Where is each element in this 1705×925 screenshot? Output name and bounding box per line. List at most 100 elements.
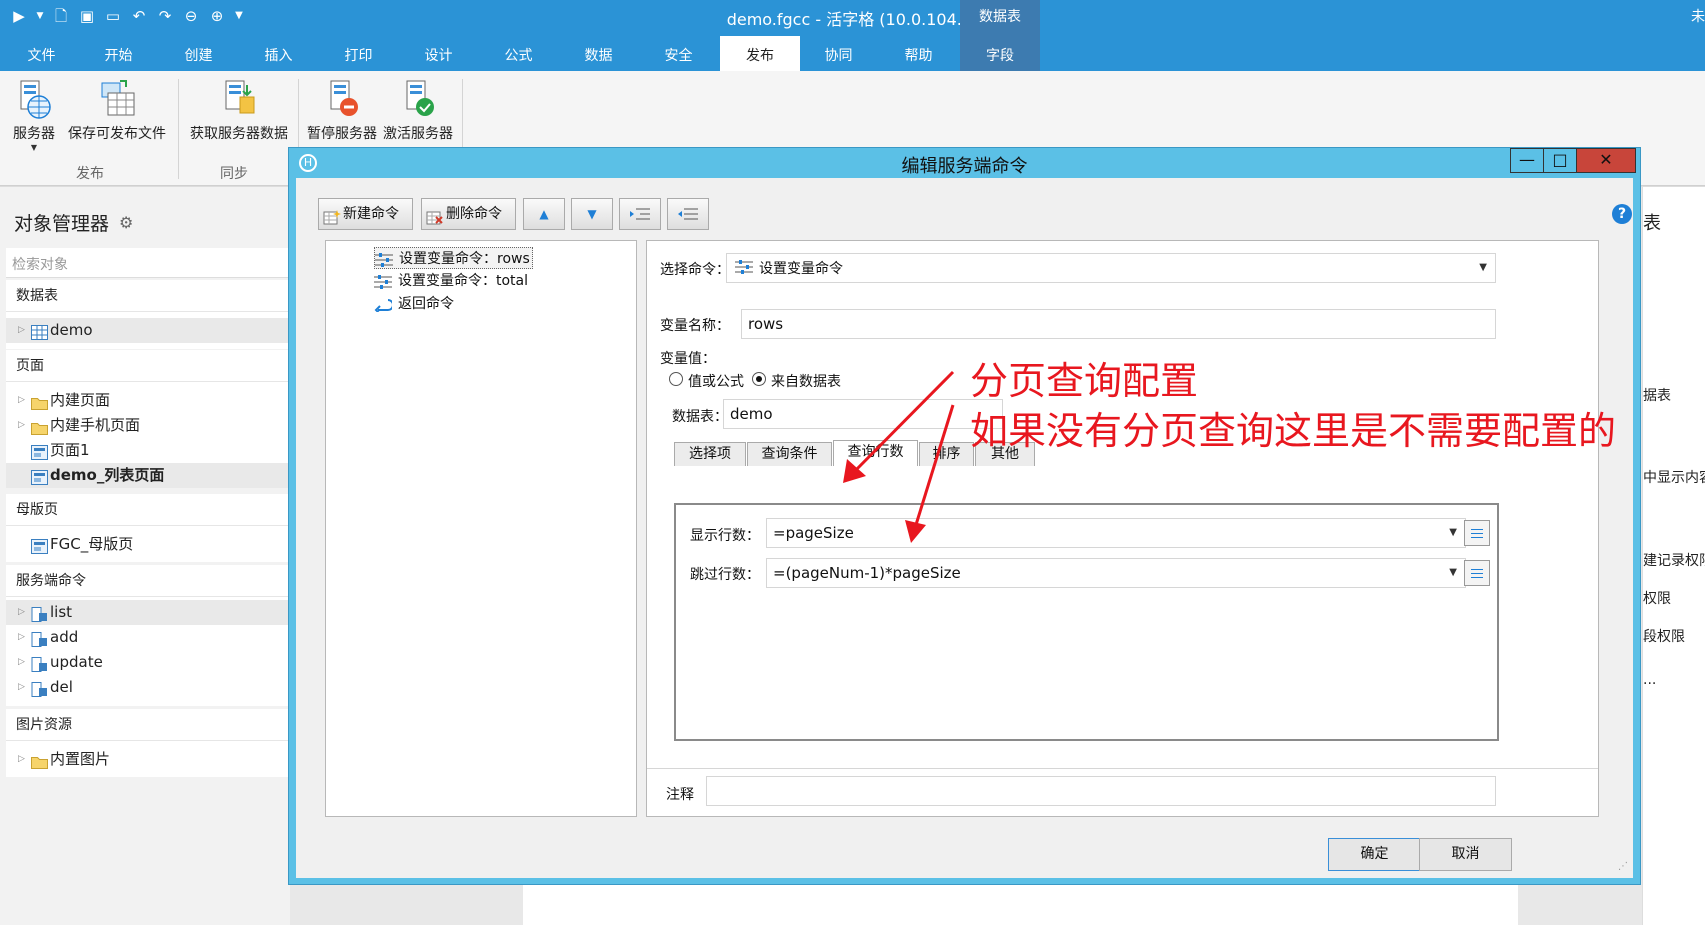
maximize-button[interactable]: □ bbox=[1543, 148, 1577, 173]
show-rows-value: =pageSize bbox=[773, 524, 854, 542]
tab-sort[interactable]: 排序 bbox=[919, 442, 974, 466]
tree-item-builtin-images[interactable]: ▷ 内置图片 bbox=[6, 747, 288, 772]
resize-grip-icon[interactable]: ⋰ bbox=[1618, 861, 1628, 872]
tab-security[interactable]: 安全 bbox=[642, 36, 715, 71]
radio-value-or-formula[interactable] bbox=[669, 372, 683, 386]
property-panel-text: 段权限 bbox=[1643, 629, 1685, 645]
indent-icon bbox=[630, 208, 650, 225]
tree-item-demo-table[interactable]: ▷ demo bbox=[6, 318, 288, 343]
tree-item-add[interactable]: ▷ add bbox=[6, 625, 288, 650]
group-separator bbox=[178, 79, 179, 179]
expand-arrow-icon[interactable]: ▷ bbox=[18, 625, 25, 650]
save-publishable-button[interactable]: 保存可发布文件 bbox=[62, 77, 172, 143]
page-icon bbox=[31, 468, 48, 485]
tab-insert[interactable]: 插入 bbox=[242, 36, 315, 71]
tab-create[interactable]: 创建 bbox=[162, 36, 235, 71]
expand-arrow-icon[interactable]: ▷ bbox=[18, 600, 25, 625]
property-panel-text: 权限 bbox=[1643, 591, 1671, 607]
variable-name-input[interactable]: rows bbox=[741, 309, 1496, 339]
activate-server-icon bbox=[397, 77, 439, 121]
tab-print[interactable]: 打印 bbox=[322, 36, 395, 71]
section-header-image-resources: 图片资源 bbox=[6, 709, 288, 741]
fetch-server-data-button[interactable]: 获取服务器数据 bbox=[184, 77, 294, 143]
command-item-rows[interactable]: 设置变量命令：rows bbox=[374, 247, 533, 269]
group-label-publish: 发布 bbox=[76, 166, 104, 182]
activate-server-label: 激活服务器 bbox=[383, 126, 453, 142]
tab-select-items[interactable]: 选择项 bbox=[674, 442, 746, 466]
formula-editor-button[interactable] bbox=[1464, 560, 1490, 586]
query-rows-panel: 显示行数： =pageSize ▼ 跳过行数： =(pageNum-1)*pag… bbox=[674, 503, 1499, 741]
outdent-button[interactable] bbox=[667, 198, 709, 230]
table-icon bbox=[31, 323, 48, 340]
tree-item-demo-list-page[interactable]: demo_列表页面 bbox=[6, 463, 288, 488]
tab-formula[interactable]: 公式 bbox=[482, 36, 555, 71]
minimize-button[interactable]: — bbox=[1510, 148, 1544, 173]
server-button[interactable]: 服务器 ▼ bbox=[8, 77, 60, 152]
expand-arrow-icon[interactable]: ▷ bbox=[18, 675, 25, 700]
tab-home[interactable]: 开始 bbox=[82, 36, 155, 71]
close-button[interactable]: ✕ bbox=[1576, 148, 1636, 173]
edit-server-command-dialog: H 编辑服务端命令 — □ ✕ 新建命令 删除命令 ▲ ▼ ? 设置变量命令：r… bbox=[288, 147, 1641, 885]
tree-item-update[interactable]: ▷ update bbox=[6, 650, 288, 675]
command-item-label: 返回命令 bbox=[398, 296, 454, 312]
section-header-master-pages: 母版页 bbox=[6, 494, 288, 526]
table-input[interactable]: demo bbox=[723, 399, 1003, 429]
tab-help[interactable]: 帮助 bbox=[882, 36, 955, 71]
show-rows-input[interactable]: =pageSize ▼ bbox=[766, 518, 1466, 548]
tree-item-del[interactable]: ▷ del bbox=[6, 675, 288, 700]
tree-item-builtin-pages[interactable]: ▷ 内建页面 bbox=[6, 388, 288, 413]
cancel-button[interactable]: 取消 bbox=[1419, 838, 1512, 871]
tab-collaborate[interactable]: 协同 bbox=[802, 36, 875, 71]
select-command-dropdown[interactable]: 设置变量命令 ▼ bbox=[726, 253, 1496, 283]
expand-arrow-icon[interactable]: ▷ bbox=[18, 388, 25, 413]
tree-item-page1[interactable]: 页面1 bbox=[6, 438, 288, 463]
triangle-down-icon: ▼ bbox=[587, 207, 597, 221]
command-item-total[interactable]: 设置变量命令：total bbox=[374, 270, 528, 292]
server-command-icon bbox=[31, 680, 48, 697]
expand-arrow-icon[interactable]: ▷ bbox=[18, 413, 25, 438]
outdent-icon bbox=[678, 208, 698, 225]
fetch-data-icon bbox=[218, 77, 260, 121]
new-command-icon bbox=[323, 206, 341, 225]
new-command-button[interactable]: 新建命令 bbox=[318, 198, 413, 230]
tree-item-master-page[interactable]: FGC_母版页 bbox=[6, 532, 288, 557]
tab-query-rows[interactable]: 查询行数 bbox=[833, 440, 918, 466]
tab-field[interactable]: 字段 bbox=[960, 36, 1040, 71]
object-search-input[interactable]: 检索对象 bbox=[6, 248, 288, 278]
move-down-button[interactable]: ▼ bbox=[571, 198, 613, 230]
corner-text: 未 bbox=[1691, 9, 1705, 25]
expand-arrow-icon[interactable]: ▷ bbox=[18, 650, 25, 675]
formula-editor-button[interactable] bbox=[1464, 520, 1490, 546]
delete-command-button[interactable]: 删除命令 bbox=[421, 198, 516, 230]
tab-query-conditions[interactable]: 查询条件 bbox=[747, 442, 832, 466]
folder-icon bbox=[31, 752, 48, 769]
skip-rows-input[interactable]: =(pageNum-1)*pageSize ▼ bbox=[766, 558, 1466, 588]
tab-publish[interactable]: 发布 bbox=[720, 36, 800, 71]
tree-item-builtin-mobile-pages[interactable]: ▷ 内建手机页面 bbox=[6, 413, 288, 438]
help-icon[interactable]: ? bbox=[1612, 204, 1632, 224]
expand-arrow-icon[interactable]: ▷ bbox=[18, 318, 25, 343]
pause-server-button[interactable]: 暂停服务器 bbox=[302, 77, 382, 143]
dialog-title-bar[interactable]: H 编辑服务端命令 — □ ✕ bbox=[289, 148, 1640, 178]
expand-arrow-icon[interactable]: ▷ bbox=[18, 747, 25, 772]
tab-file[interactable]: 文件 bbox=[5, 36, 78, 71]
command-item-return[interactable]: 返回命令 bbox=[374, 293, 454, 315]
tree-item-list[interactable]: ▷ list bbox=[6, 600, 288, 625]
ok-button[interactable]: 确定 bbox=[1328, 838, 1421, 871]
activate-server-button[interactable]: 激活服务器 bbox=[378, 77, 458, 143]
server-command-icon bbox=[31, 630, 48, 647]
property-panel-text: 中显示内容 bbox=[1643, 470, 1705, 486]
server-button-label: 服务器 bbox=[13, 126, 55, 142]
server-command-icon bbox=[31, 605, 48, 622]
indent-button[interactable] bbox=[619, 198, 661, 230]
page-icon bbox=[31, 537, 48, 554]
tab-data[interactable]: 数据 bbox=[562, 36, 635, 71]
folder-icon bbox=[31, 418, 48, 435]
gear-icon[interactable]: ⚙ bbox=[119, 213, 133, 232]
save-publishable-label: 保存可发布文件 bbox=[68, 126, 166, 142]
radio-from-table[interactable] bbox=[752, 372, 766, 386]
command-item-label: 设置变量命令：total bbox=[398, 273, 529, 289]
tab-design[interactable]: 设计 bbox=[402, 36, 475, 71]
move-up-button[interactable]: ▲ bbox=[523, 198, 565, 230]
note-input[interactable] bbox=[706, 776, 1496, 806]
